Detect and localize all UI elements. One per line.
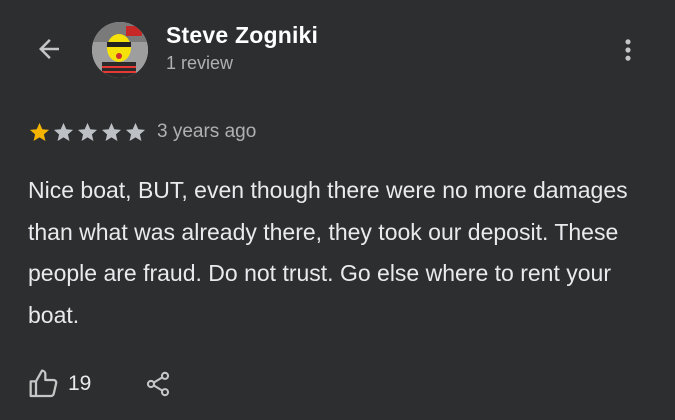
arrow-left-icon bbox=[39, 39, 59, 59]
thumb-up-icon bbox=[29, 369, 58, 398]
reviewer-name[interactable]: Steve Zogniki bbox=[166, 22, 318, 49]
star-empty-icon bbox=[125, 122, 146, 141]
star-empty-icon bbox=[53, 122, 74, 141]
review-date: 3 years ago bbox=[157, 121, 257, 142]
star-filled-icon bbox=[29, 122, 50, 141]
review-body: Nice boat, BUT, even though there were n… bbox=[28, 177, 628, 328]
share-icon bbox=[146, 371, 170, 397]
star-rating bbox=[28, 121, 147, 144]
like-count: 19 bbox=[68, 372, 92, 395]
like-button[interactable]: 19 bbox=[28, 364, 91, 404]
reviewer-review-count: 1 review bbox=[166, 53, 234, 73]
avatar-image bbox=[92, 22, 148, 78]
share-button[interactable] bbox=[140, 364, 176, 404]
more-vert-icon bbox=[625, 39, 631, 61]
avatar[interactable] bbox=[92, 22, 148, 78]
star-empty-icon bbox=[101, 122, 122, 141]
rating-row: 3 years ago bbox=[28, 118, 256, 146]
star-empty-icon bbox=[77, 122, 98, 141]
back-button[interactable] bbox=[24, 26, 74, 72]
review-detail-screen: Steve Zogniki 1 review 3 years ago Nice … bbox=[0, 0, 675, 420]
more-options-button[interactable] bbox=[608, 30, 648, 70]
